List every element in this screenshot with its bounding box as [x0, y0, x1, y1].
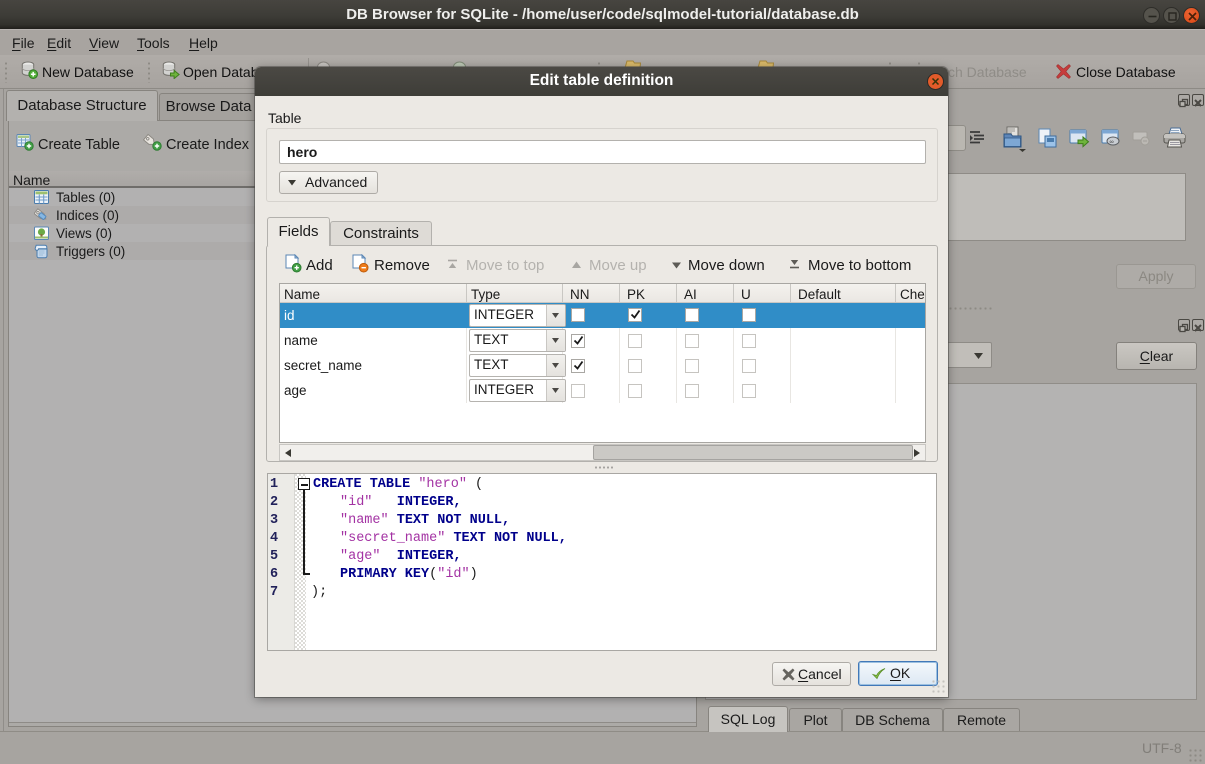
svg-text:∞: ∞ [1110, 140, 1114, 146]
